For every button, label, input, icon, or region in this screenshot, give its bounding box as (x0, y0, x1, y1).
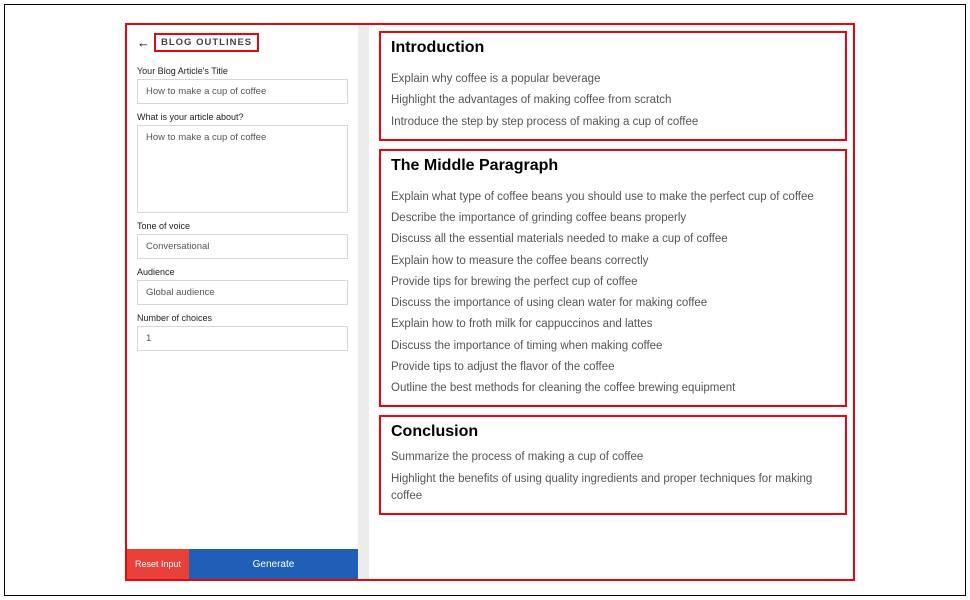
outer-frame: ← BLOG OUTLINES Your Blog Article's Titl… (4, 4, 966, 596)
title-input[interactable] (137, 79, 348, 104)
middle-title: The Middle Paragraph (391, 157, 835, 175)
conclusion-title: Conclusion (391, 423, 835, 441)
list-item: Outline the best methods for cleaning th… (391, 380, 835, 397)
header-row: ← BLOG OUTLINES (137, 33, 348, 52)
list-item: Provide tips to adjust the flavor of the… (391, 359, 835, 376)
title-group: Your Blog Article's Title (137, 66, 348, 104)
about-textarea[interactable]: How to make a cup of coffee (137, 125, 348, 213)
list-item: Discuss the importance of using clean wa… (391, 295, 835, 312)
choices-group: Number of choices (137, 313, 348, 351)
list-item: Highlight the benefits of using quality … (391, 471, 835, 506)
list-item: Highlight the advantages of making coffe… (391, 92, 835, 109)
list-item: Summarize the process of making a cup of… (391, 449, 835, 466)
back-arrow-icon[interactable]: ← (137, 36, 150, 49)
intro-list: Explain why coffee is a popular beverage… (391, 71, 835, 131)
content-area: Introduction Explain why coffee is a pop… (369, 25, 853, 579)
tone-group: Tone of voice (137, 221, 348, 259)
conclusion-block: Conclusion Summarize the process of maki… (379, 415, 847, 515)
sidebar: ← BLOG OUTLINES Your Blog Article's Titl… (127, 25, 359, 579)
button-row: Reset Input Generate (127, 549, 358, 579)
middle-block: The Middle Paragraph Explain what type o… (379, 149, 847, 408)
list-item: Explain why coffee is a popular beverage (391, 71, 835, 88)
about-group: What is your article about? How to make … (137, 112, 348, 213)
divider-column (359, 25, 369, 579)
list-item: Explain how to measure the coffee beans … (391, 253, 835, 270)
sidebar-inner: ← BLOG OUTLINES Your Blog Article's Titl… (127, 25, 358, 549)
audience-input[interactable] (137, 280, 348, 305)
app-frame: ← BLOG OUTLINES Your Blog Article's Titl… (125, 23, 855, 581)
middle-list: Explain what type of coffee beans you sh… (391, 189, 835, 398)
reset-button[interactable]: Reset Input (127, 549, 189, 579)
list-item: Discuss the importance of timing when ma… (391, 338, 835, 355)
page-title-badge: BLOG OUTLINES (154, 33, 259, 52)
about-label: What is your article about? (137, 112, 348, 122)
list-item: Describe the importance of grinding coff… (391, 210, 835, 227)
list-item: Introduce the step by step process of ma… (391, 114, 835, 131)
audience-label: Audience (137, 267, 348, 277)
choices-label: Number of choices (137, 313, 348, 323)
tone-input[interactable] (137, 234, 348, 259)
audience-group: Audience (137, 267, 348, 305)
title-label: Your Blog Article's Title (137, 66, 348, 76)
choices-input[interactable] (137, 326, 348, 351)
list-item: Provide tips for brewing the perfect cup… (391, 274, 835, 291)
intro-block: Introduction Explain why coffee is a pop… (379, 31, 847, 141)
list-item: Discuss all the essential materials need… (391, 231, 835, 248)
conclusion-list: Summarize the process of making a cup of… (391, 449, 835, 505)
tone-label: Tone of voice (137, 221, 348, 231)
list-item: Explain how to froth milk for cappuccino… (391, 316, 835, 333)
intro-title: Introduction (391, 39, 835, 57)
list-item: Explain what type of coffee beans you sh… (391, 189, 835, 206)
generate-button[interactable]: Generate (189, 549, 358, 579)
